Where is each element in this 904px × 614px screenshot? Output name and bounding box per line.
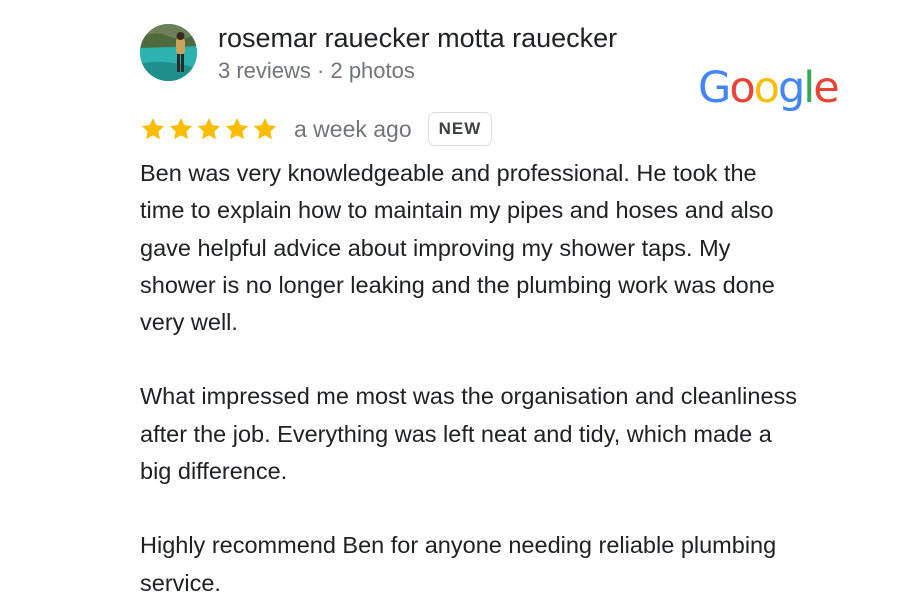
star-icon — [197, 117, 221, 140]
new-badge: NEW — [427, 112, 493, 146]
avatar-photo — [140, 24, 197, 81]
google-logo-letter: l — [803, 63, 815, 113]
google-logo-letter: o — [729, 63, 755, 113]
star-icon — [253, 117, 277, 140]
review-paragraph: Highly recommend Ben for anyone needing … — [140, 532, 777, 596]
google-logo-letter: e — [813, 63, 840, 113]
reviewer-name[interactable]: rosemar rauecker motta rauecker — [218, 20, 617, 56]
star-icon — [225, 117, 249, 140]
google-logo-letter: g — [777, 63, 805, 113]
star-icon — [141, 117, 165, 140]
google-logo-letter: G — [698, 63, 731, 113]
review-text: Ben was very knowledgeable and professio… — [140, 155, 800, 602]
star-rating — [140, 116, 278, 142]
review-paragraph: Ben was very knowledgeable and professio… — [140, 160, 775, 336]
star-icon — [169, 117, 193, 140]
avatar[interactable] — [140, 24, 197, 81]
review-paragraph: What impressed me most was the organisat… — [140, 383, 798, 485]
reviewer-stats: 3 reviews · 2 photos — [218, 58, 415, 83]
review-date: a week ago — [294, 115, 412, 142]
google-logo: Google — [698, 60, 840, 116]
google-logo-letter: o — [753, 63, 780, 113]
rating-row: a week ago NEW — [140, 110, 493, 148]
